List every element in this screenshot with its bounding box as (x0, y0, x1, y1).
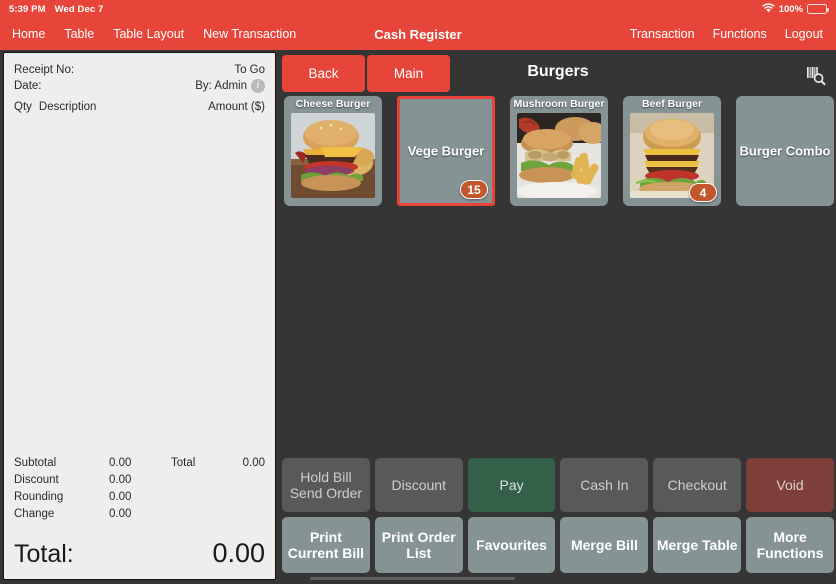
receipt-no-row: Receipt No: To Go (14, 62, 265, 78)
print-order-list-button[interactable]: Print Order List (374, 517, 463, 573)
merge-table-button[interactable]: Merge Table (653, 517, 742, 573)
discount-row: Discount 0.00 (14, 472, 265, 489)
order-type-label: To Go (234, 64, 265, 76)
product-name-label: Mushroom Burger (513, 98, 605, 110)
main-body: Receipt No: To Go Date: By: Admin i Qty … (0, 50, 836, 584)
pos-app-window: 5:39 PM Wed Dec 7 100% Home Table Table … (0, 0, 836, 584)
order-entry-pane: Back Main Burgers Cheese Burger Vege Bur… (280, 50, 836, 584)
total-side-value: 0.00 (242, 457, 265, 469)
action-row-primary: Hold Bill Send Order Discount Pay Cash In… (282, 458, 834, 512)
receipt-line-items-list[interactable] (4, 115, 275, 455)
discount-value: 0.00 (109, 474, 132, 486)
rounding-label: Rounding (14, 491, 64, 503)
product-name-label: Burger Combo (739, 143, 831, 159)
column-header-qty: Qty (14, 101, 32, 113)
product-quantity-badge: 15 (460, 180, 488, 199)
product-tile-mushroom-burger[interactable]: Mushroom Burger (510, 96, 608, 206)
receipt-operator: By: Admin i (195, 78, 265, 94)
discount-button[interactable]: Discount (374, 458, 463, 512)
grand-total-label: Total: (14, 540, 74, 568)
void-button[interactable]: Void (746, 458, 834, 512)
nav-functions[interactable]: Functions (713, 27, 767, 41)
home-indicator (310, 577, 515, 580)
checkout-button[interactable]: Checkout (653, 458, 742, 512)
product-image-cheese-burger (291, 113, 375, 198)
wifi-icon (762, 2, 775, 16)
info-icon[interactable]: i (251, 79, 265, 93)
more-functions-button[interactable]: More Functions (746, 517, 834, 573)
status-date: Wed Dec 7 (54, 3, 104, 15)
nav-table-layout[interactable]: Table Layout (113, 27, 184, 41)
status-bar: 5:39 PM Wed Dec 7 100% (0, 0, 836, 18)
product-tile-burger-combo[interactable]: Burger Combo (736, 96, 834, 206)
grand-total-row: Total: 0.00 (4, 526, 275, 579)
cash-in-button[interactable]: Cash In (560, 458, 649, 512)
product-name-label: Beef Burger (641, 98, 703, 110)
nav-logout[interactable]: Logout (785, 27, 823, 41)
barcode-search-icon[interactable] (803, 63, 827, 87)
battery-full-icon (807, 4, 829, 14)
rounding-row: Rounding 0.00 (14, 489, 265, 506)
pay-button[interactable]: Pay (467, 458, 556, 512)
subtotal-label: Subtotal (14, 457, 57, 469)
nav-new-transaction[interactable]: New Transaction (203, 27, 296, 41)
product-tile-cheese-burger[interactable]: Cheese Burger (284, 96, 382, 206)
column-header-description: Description (38, 101, 97, 113)
product-tile-beef-burger[interactable]: Beef Burger 4 (623, 96, 721, 206)
receipt-panel: Receipt No: To Go Date: By: Admin i Qty … (3, 52, 276, 580)
column-header-amount: Amount ($) (208, 101, 265, 113)
total-side-label: Total (171, 457, 196, 469)
print-current-bill-button[interactable]: Print Current Bill (282, 517, 370, 573)
product-image-mushroom-burger (517, 113, 601, 198)
favourites-button[interactable]: Favourites (467, 517, 556, 573)
discount-label: Discount (14, 474, 59, 486)
product-name-label: Cheese Burger (295, 98, 371, 110)
product-tile-vege-burger[interactable]: Vege Burger 15 (397, 96, 495, 206)
rounding-value: 0.00 (109, 491, 132, 503)
product-grid: Cheese Burger Vege Burger 15 Mushroom Bu… (282, 96, 834, 208)
receipt-date-label: Date: (14, 80, 42, 92)
nav-right-group: Transaction Functions Logout (630, 27, 836, 41)
product-quantity-badge: 4 (689, 183, 717, 202)
subtotal-value: 0.00 (109, 457, 132, 469)
category-bar: Back Main Burgers (280, 55, 836, 93)
receipt-totals: Subtotal 0.00 Total 0.00 Discount 0.00 R… (4, 455, 275, 526)
hold-bill-send-order-button[interactable]: Hold Bill Send Order (282, 458, 370, 512)
change-row: Change 0.00 (14, 506, 265, 523)
back-button[interactable]: Back (282, 55, 365, 92)
nav-left-group: Home Table Table Layout New Transaction (0, 27, 296, 41)
status-time: 5:39 PM (9, 3, 46, 15)
nav-table[interactable]: Table (64, 27, 94, 41)
nav-transaction[interactable]: Transaction (630, 27, 695, 41)
product-name-label: Vege Burger (407, 143, 485, 159)
main-button[interactable]: Main (367, 55, 450, 92)
receipt-operator-label: By: Admin (195, 80, 247, 92)
merge-bill-button[interactable]: Merge Bill (560, 517, 649, 573)
action-row-secondary: Print Current Bill Print Order List Favour… (282, 517, 834, 573)
receipt-column-headers: Qty Description Amount ($) (14, 99, 265, 115)
receipt-header: Receipt No: To Go Date: By: Admin i Qty … (4, 53, 275, 115)
receipt-no-label: Receipt No: (14, 64, 75, 76)
subtotal-row: Subtotal 0.00 Total 0.00 (14, 455, 265, 472)
nav-home[interactable]: Home (12, 27, 45, 41)
grand-total-value: 0.00 (212, 538, 265, 568)
battery-percent-label: 100% (778, 3, 803, 15)
change-label: Change (14, 508, 55, 520)
top-navigation-bar: Home Table Table Layout New Transaction … (0, 18, 836, 50)
status-right-cluster: 100% (762, 2, 829, 16)
change-value: 0.00 (109, 508, 132, 520)
receipt-date-row: Date: By: Admin i (14, 78, 265, 94)
